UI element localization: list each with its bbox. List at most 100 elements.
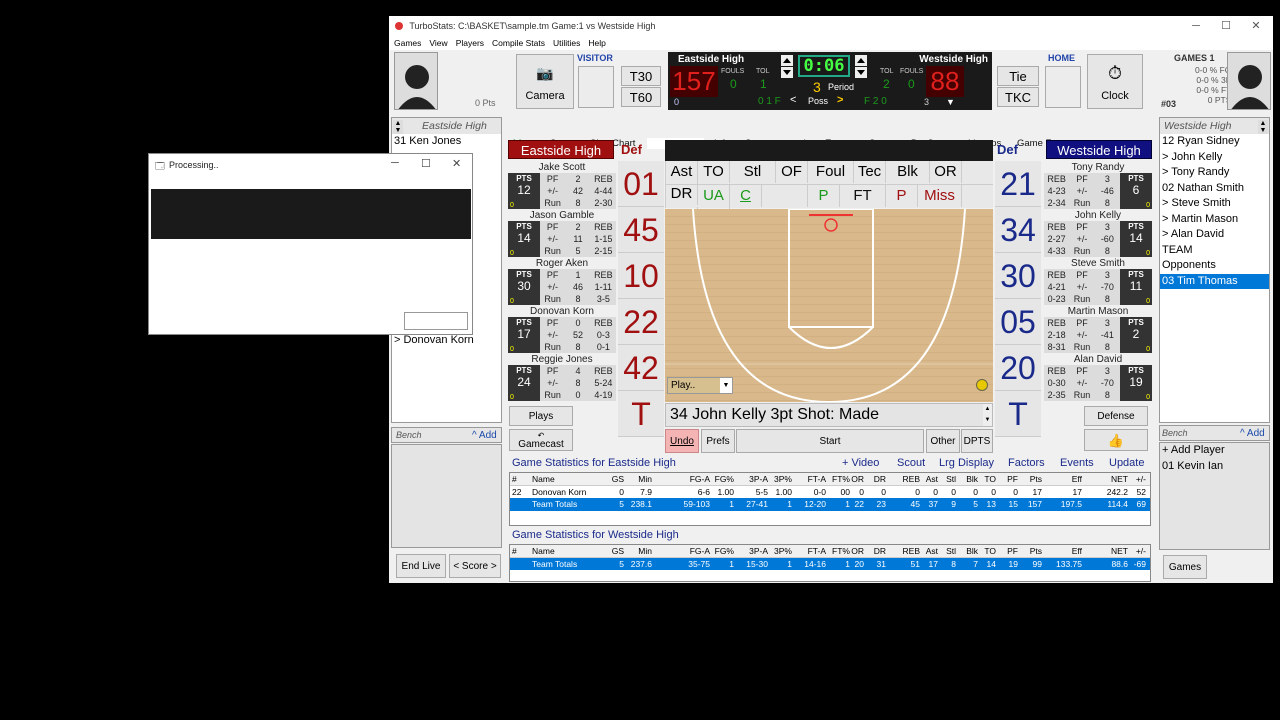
list-item[interactable]: TEAM <box>1160 243 1269 259</box>
table-row[interactable]: Team Totals 5 238.1 59-103 1 27-41 1 12-20 1 22 23… <box>510 498 1150 511</box>
stat-or-button[interactable]: OR <box>930 161 962 183</box>
list-item[interactable]: 12 Ryan Sidney <box>1160 134 1269 150</box>
player-card[interactable]: Roger Aken PTS 30 0 PF 1 REB +/- 46 1-11 Run 8 3-5 <box>508 258 616 305</box>
column-header[interactable]: Pts <box>1022 473 1042 486</box>
column-header[interactable]: OR <box>848 545 864 558</box>
chevron-down-icon[interactable]: ▼ <box>946 97 955 107</box>
column-header[interactable]: +/- <box>1126 473 1146 486</box>
menu-item-utilities[interactable]: Utilities <box>553 38 580 48</box>
column-header[interactable]: DR <box>868 473 886 486</box>
list-item[interactable]: 01 Kevin Ian <box>1160 459 1269 475</box>
visitor-box[interactable] <box>578 66 614 108</box>
column-header[interactable]: FT% <box>828 473 850 486</box>
menu-item-compile-stats[interactable]: Compile Stats <box>492 38 545 48</box>
jersey-number-button[interactable]: 01 <box>618 161 664 207</box>
player-card[interactable]: Jason Gamble PTS 14 0 PF 2 REB +/- 11 1-15 Run 5 2-1… <box>508 210 616 257</box>
stat-stl-button[interactable]: Stl <box>730 161 776 183</box>
plays-button[interactable]: Plays <box>509 406 573 426</box>
column-header[interactable]: Min <box>630 473 652 486</box>
jersey-number-button[interactable]: 34 <box>995 207 1041 253</box>
stat-blk-button[interactable]: Blk <box>886 161 930 183</box>
court-chart[interactable]: Play.. ▼ <box>665 209 993 402</box>
t60-button[interactable]: T60 <box>621 87 661 107</box>
menu-item-view[interactable]: View <box>429 38 447 48</box>
column-header[interactable]: FT-A <box>798 545 826 558</box>
column-header[interactable]: FG% <box>710 545 734 558</box>
stat-code-button[interactable]: FT <box>840 185 886 207</box>
play-select[interactable]: Play.. ▼ <box>667 377 733 394</box>
dpts-button[interactable]: DPTS <box>961 429 993 453</box>
menu-item-games[interactable]: Games <box>394 38 421 48</box>
jersey-number-button[interactable]: 42 <box>618 345 664 391</box>
player-card[interactable]: Jake Scott PTS 12 0 PF 2 REB +/- 42 4-44 Run 8 2-30 <box>508 162 616 209</box>
defense-button[interactable]: Defense <box>1084 406 1148 426</box>
column-header[interactable]: Min <box>630 545 652 558</box>
column-header[interactable]: 3P-A <box>738 473 768 486</box>
stat-code-button[interactable]: P <box>886 185 918 207</box>
home-def-label[interactable]: Def <box>621 140 661 159</box>
scout-link[interactable]: Scout <box>897 457 925 469</box>
stat-code-button[interactable]: Miss <box>918 185 962 207</box>
jersey-number-button[interactable]: 30 <box>995 253 1041 299</box>
column-header[interactable]: PF <box>1000 545 1018 558</box>
period-down-icon[interactable] <box>855 67 867 78</box>
stat-foul-button[interactable]: Foul <box>808 161 854 183</box>
column-header[interactable]: +/- <box>1126 545 1146 558</box>
column-header[interactable]: # <box>512 545 530 558</box>
close-icon[interactable]: ✕ <box>1241 16 1271 36</box>
list-item[interactable]: Opponents <box>1160 258 1269 274</box>
column-header[interactable]: NET <box>1094 545 1128 558</box>
list-item[interactable]: > Alan David <box>1160 227 1269 243</box>
list-item[interactable]: 31 Ken Jones <box>392 134 501 150</box>
column-header[interactable]: DR <box>868 545 886 558</box>
column-header[interactable]: REB <box>898 473 920 486</box>
jersey-number-button[interactable]: 10 <box>618 253 664 299</box>
stat-tec-button[interactable]: Tec <box>854 161 886 183</box>
player-card[interactable]: Steve Smith PTS 11 0 REB PF 3 4-21 +/- -70 0-23 Run… <box>1044 258 1152 305</box>
stat-of-button[interactable]: OF <box>776 161 808 183</box>
stat-code-button[interactable] <box>762 185 808 207</box>
list-item[interactable]: > Martin Mason <box>1160 212 1269 228</box>
column-header[interactable]: Name <box>532 473 602 486</box>
scroll-arrows-icon[interactable]: ▲ ▼ <box>393 120 403 134</box>
add-bench-button[interactable]: ^ Add <box>472 430 497 441</box>
thumbs-up-icon[interactable]: 👍 <box>1084 429 1148 451</box>
tie-button[interactable]: Tie <box>997 66 1039 86</box>
lrg-display-link[interactable]: Lrg Display <box>939 457 994 469</box>
score-button[interactable]: < Score > <box>449 554 501 578</box>
column-header[interactable]: GS <box>606 545 624 558</box>
column-header[interactable]: Ast <box>920 545 938 558</box>
close-icon[interactable]: ✕ <box>452 157 461 170</box>
column-header[interactable]: PF <box>1000 473 1018 486</box>
jersey-number-button[interactable]: 21 <box>995 161 1041 207</box>
column-header[interactable]: Pts <box>1022 545 1042 558</box>
stat-ast-button[interactable]: Ast <box>666 161 698 183</box>
games-button[interactable]: Games <box>1163 555 1207 579</box>
column-header[interactable]: Stl <box>940 545 956 558</box>
poss-right-arrow[interactable]: > <box>837 94 843 106</box>
away-def-label[interactable]: Def <box>997 140 1037 159</box>
gamecast-button[interactable]: ↶ Gamecast <box>509 429 573 451</box>
list-item[interactable]: > Steve Smith <box>1160 196 1269 212</box>
list-item[interactable]: > Tony Randy <box>1160 165 1269 181</box>
column-header[interactable]: TO <box>980 473 996 486</box>
stat-code-button[interactable]: UA <box>698 185 730 207</box>
scroll-arrows-icon[interactable]: ▲ ▼ <box>1258 120 1268 134</box>
list-item[interactable]: 03 Tim Thomas <box>1160 273 1269 289</box>
jersey-number-button[interactable]: T <box>618 391 664 437</box>
column-header[interactable]: 3P% <box>768 473 792 486</box>
video-link[interactable]: + Video <box>842 457 879 469</box>
undo-button[interactable]: Undo <box>665 429 699 453</box>
jersey-number-button[interactable]: 22 <box>618 299 664 345</box>
column-header[interactable]: TO <box>980 545 996 558</box>
stat-code-button[interactable]: C <box>730 185 762 207</box>
clock-button[interactable]: ⏱ Clock <box>1087 54 1143 109</box>
minimize-icon[interactable]: ─ <box>391 157 399 169</box>
other-button[interactable]: Other <box>926 429 960 453</box>
jersey-number-button[interactable]: 20 <box>995 345 1041 391</box>
maximize-icon[interactable]: ☐ <box>1211 16 1241 36</box>
column-header[interactable]: FG-A <box>670 545 710 558</box>
event-scroll-icon[interactable]: ▲ ▼ <box>983 404 992 426</box>
dialog-button[interactable] <box>404 312 468 330</box>
poss-left-arrow[interactable]: < <box>790 94 796 106</box>
